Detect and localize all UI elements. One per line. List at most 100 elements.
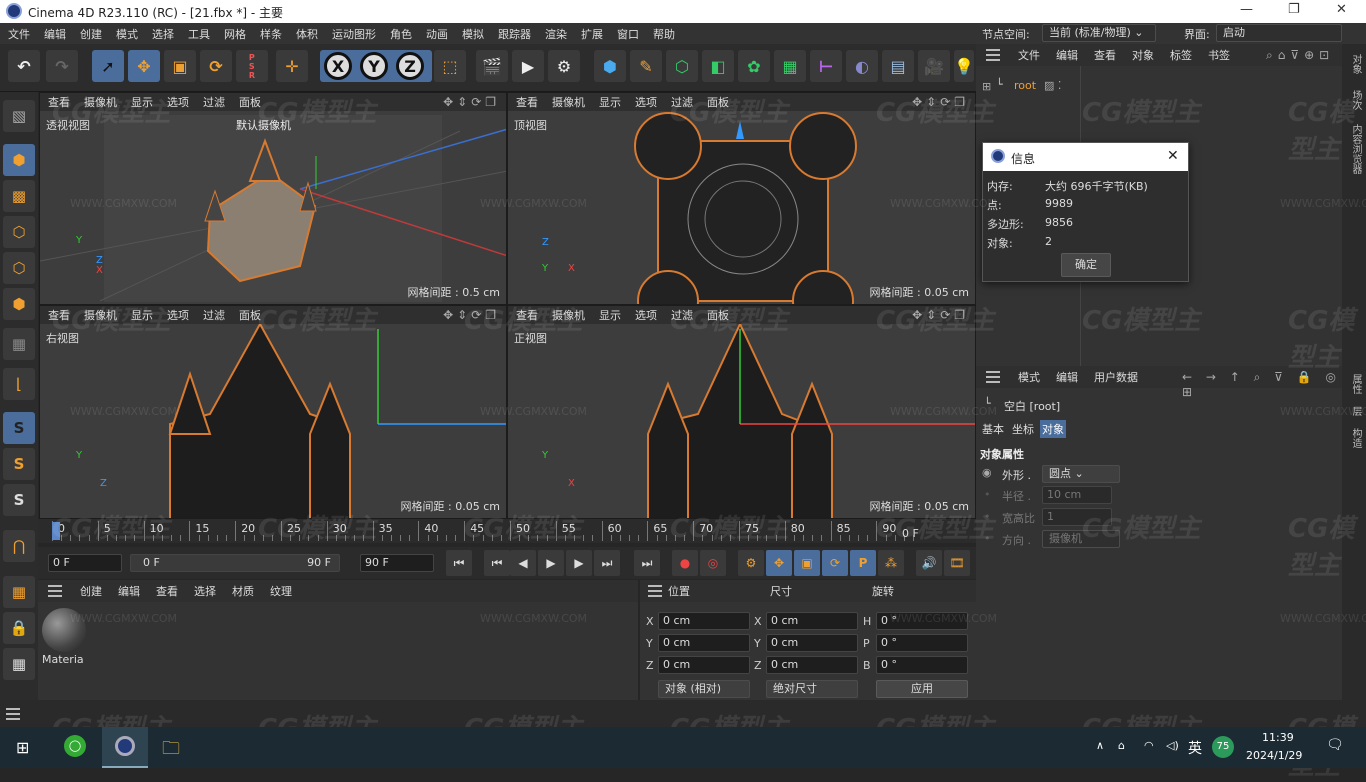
obj-tags-menu[interactable]: 标签 <box>1170 47 1192 63</box>
options-menu[interactable]: 选项 <box>167 307 189 323</box>
pos-y-field[interactable]: 0 cm <box>658 634 750 652</box>
lock-workplane-icon[interactable]: 🔒 <box>3 612 35 644</box>
right-viewport[interactable]: 查看 摄像机 显示 选项 过滤 面板 ✥⇕⟳❐ Y Z 右视图 网格间距 : 0… <box>39 305 507 519</box>
camera-menu[interactable]: 摄像机 <box>552 94 585 110</box>
back-forward-icons[interactable]: ← → ↑ ⌕ ⊽ 🔒 ◎ ⊞ <box>1182 370 1342 399</box>
camera-menu[interactable]: 摄像机 <box>84 94 117 110</box>
display-menu[interactable]: 显示 <box>599 307 621 323</box>
interface-dropdown[interactable]: 启动 <box>1216 24 1342 42</box>
perspective-viewport[interactable]: 查看 摄像机 显示 选项 过滤 面板 ✥⇕⟳❐ Y Z X 透视视图 默认摄像机… <box>39 92 507 305</box>
mat-edit-menu[interactable]: 编辑 <box>118 583 140 599</box>
planar-workplane-icon[interactable]: ▦ <box>3 648 35 680</box>
menu-tools[interactable]: 工具 <box>188 26 210 42</box>
root-object[interactable]: root <box>1014 79 1036 92</box>
clock-time[interactable]: 11:39 <box>1262 731 1294 744</box>
obj-object-menu[interactable]: 对象 <box>1132 47 1154 63</box>
material-name[interactable]: Materia <box>42 653 84 666</box>
windows-start-icon[interactable]: ⊞ <box>16 738 29 757</box>
menu-mesh[interactable]: 网格 <box>224 26 246 42</box>
extrude-icon[interactable]: ◧ <box>702 50 734 82</box>
options-menu[interactable]: 选项 <box>167 94 189 110</box>
menu-mograph[interactable]: 运动图形 <box>332 26 376 42</box>
rot-b-field[interactable]: 0 ° <box>876 656 968 674</box>
grid-floor-icon[interactable]: ▦ <box>3 576 35 608</box>
texture-mode-icon[interactable]: ▩ <box>3 180 35 212</box>
clock-date[interactable]: 2024/1/29 <box>1246 749 1302 762</box>
size-y-field[interactable]: 0 cm <box>766 634 858 652</box>
menu-character[interactable]: 角色 <box>390 26 412 42</box>
top-viewport[interactable]: 查看 摄像机 显示 选项 过滤 面板 ✥⇕⟳❐ Z Y X 顶视图 网格间距 :… <box>507 92 976 305</box>
front-viewport[interactable]: 查看 摄像机 显示 选项 过滤 面板 ✥⇕⟳❐ Y X 正视图 网格间距 : 0… <box>507 305 976 519</box>
menu-simulate[interactable]: 模拟 <box>462 26 484 42</box>
filter-menu[interactable]: 过滤 <box>203 94 225 110</box>
redo-icon[interactable]: ↷ <box>46 50 78 82</box>
snap-icon[interactable]: S <box>3 412 35 444</box>
minimize-button[interactable]: — <box>1240 2 1253 17</box>
workplane-icon[interactable]: ⌊ <box>3 368 35 400</box>
polygons-mode-icon[interactable]: ⬢ <box>3 288 35 320</box>
menu-help[interactable]: 帮助 <box>653 26 675 42</box>
coordinate-system-icon[interactable]: ⬚ <box>434 50 466 82</box>
undo-icon[interactable]: ↶ <box>8 50 40 82</box>
key-scale-icon[interactable]: ▣ <box>794 550 820 576</box>
timeline-ruler[interactable]: 0 5 10 15 20 25 30 35 40 45 50 55 60 65 70 75 80 85 90 0 F <box>38 519 976 543</box>
menu-icon[interactable] <box>648 585 662 597</box>
tab-attributes[interactable]: 属性 <box>1348 374 1363 394</box>
end-frame-field[interactable]: 90 F <box>360 554 434 572</box>
panel-menu[interactable]: 面板 <box>239 94 261 110</box>
attr-edit-menu[interactable]: 编辑 <box>1056 369 1078 385</box>
previous-key-icon[interactable]: ⏮ <box>484 550 510 576</box>
maximize-button[interactable]: ❐ <box>1288 2 1300 17</box>
options-menu[interactable]: 选项 <box>635 94 657 110</box>
close-button[interactable]: ✕ <box>1336 2 1347 17</box>
filter-menu[interactable]: 过滤 <box>671 307 693 323</box>
attr-mode-menu[interactable]: 模式 <box>1018 369 1040 385</box>
size-z-field[interactable]: 0 cm <box>766 656 858 674</box>
material-thumbnail[interactable] <box>42 608 86 652</box>
key-rotation-icon[interactable]: ⟳ <box>822 550 848 576</box>
axis-tool-icon[interactable]: ✛ <box>276 50 308 82</box>
display-menu[interactable]: 显示 <box>131 94 153 110</box>
display-dropdown[interactable]: 圆点 ⌄ <box>1042 465 1120 483</box>
cloner-icon[interactable]: ✿ <box>738 50 770 82</box>
menu-spline[interactable]: 样条 <box>260 26 282 42</box>
viewport-nav-icons[interactable]: ✥⇕⟳❐ <box>912 308 969 322</box>
scale-tool-icon[interactable]: ▣ <box>164 50 196 82</box>
make-editable-icon[interactable]: ▧ <box>3 100 35 132</box>
go-to-start-icon[interactable]: ⏮ <box>446 550 472 576</box>
display-menu[interactable]: 显示 <box>599 94 621 110</box>
render-settings-icon[interactable]: ⚙ <box>548 50 580 82</box>
obj-view-menu[interactable]: 查看 <box>1094 47 1116 63</box>
mat-texture-menu[interactable]: 纹理 <box>270 583 292 599</box>
visibility-icon[interactable]: ▨ ⁚ <box>1044 79 1061 92</box>
psr-icon[interactable]: PSR <box>236 50 268 82</box>
camera-menu[interactable]: 摄像机 <box>84 307 117 323</box>
pos-x-field[interactable]: 0 cm <box>658 612 750 630</box>
next-frame-icon[interactable]: ▶ <box>566 550 592 576</box>
model-mode-icon[interactable]: ⬢ <box>3 144 35 176</box>
points-mode-icon[interactable]: ⬡ <box>3 216 35 248</box>
play-icon[interactable]: ▶ <box>538 550 564 576</box>
record-icon[interactable]: ● <box>672 550 698 576</box>
ok-button[interactable]: 确定 <box>1061 253 1111 277</box>
security-badge[interactable]: 75 <box>1212 736 1234 758</box>
viewport-nav-icons[interactable]: ✥⇕⟳❐ <box>912 95 969 109</box>
view-menu[interactable]: 查看 <box>48 94 70 110</box>
pos-z-field[interactable]: 0 cm <box>658 656 750 674</box>
z-axis-lock-button[interactable]: Z <box>396 52 424 80</box>
menu-edit[interactable]: 编辑 <box>44 26 66 42</box>
uv-mode-icon[interactable]: ▦ <box>3 328 35 360</box>
pen-tool-icon[interactable]: ✎ <box>630 50 662 82</box>
camera-icon[interactable]: 🎥 <box>918 50 950 82</box>
cube-object-icon[interactable]: ⬢ <box>594 50 626 82</box>
previous-frame-icon[interactable]: ◀ <box>510 550 536 576</box>
menu-icon[interactable] <box>48 585 62 597</box>
obj-edit-menu[interactable]: 编辑 <box>1056 47 1078 63</box>
obj-file-menu[interactable]: 文件 <box>1018 47 1040 63</box>
menu-tracker[interactable]: 跟踪器 <box>498 26 531 42</box>
key-parameter-icon[interactable]: P <box>850 550 876 576</box>
menu-render[interactable]: 渲染 <box>545 26 567 42</box>
mat-select-menu[interactable]: 选择 <box>194 583 216 599</box>
timeline-icon[interactable]: 🎞 <box>944 550 970 576</box>
expand-icon[interactable]: ⊞ <box>982 80 991 93</box>
